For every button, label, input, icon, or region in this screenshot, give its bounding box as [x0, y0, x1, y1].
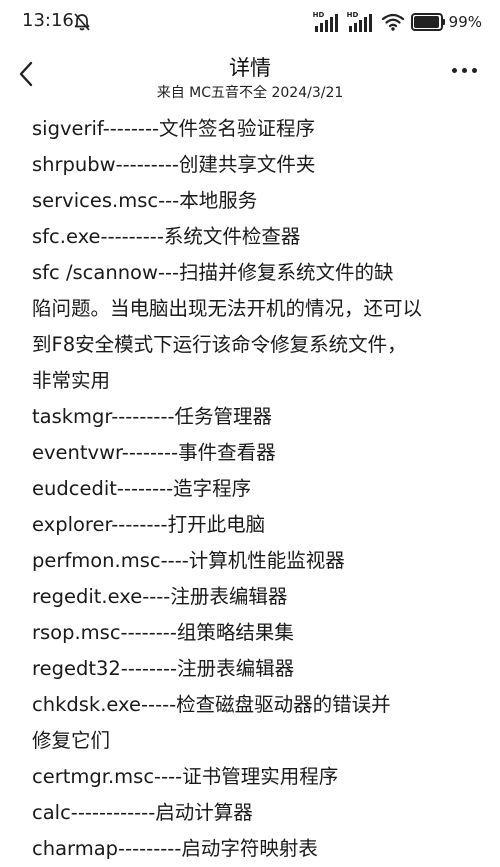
text-line: 修复它们: [32, 729, 111, 752]
app-header: 详情 来自 MC五音不全 2024/3/21: [0, 44, 500, 104]
article-body: sigverif--------文件签名验证程序 shrpubw---------…: [32, 111, 484, 867]
text-line: sfc /scannow---扫描并修复系统文件的缺: [32, 261, 394, 284]
page-title: 详情: [229, 56, 271, 80]
text-line: rsop.msc--------组策略结果集: [32, 621, 294, 644]
wifi-icon: [381, 13, 404, 31]
text-line: sigverif--------文件签名验证程序: [32, 117, 316, 140]
dot-icon: [452, 68, 457, 73]
battery-percent: 99%: [448, 13, 482, 31]
status-time: 13:16: [22, 10, 74, 31]
battery-fill: [413, 16, 440, 28]
status-bar: 13:16 HD HD 99%: [0, 0, 500, 44]
text-line: eudcedit--------造字程序: [32, 477, 252, 500]
text-line: 到F8安全模式下运行该命令修复系统文件，: [32, 333, 407, 356]
text-line: services.msc---本地服务: [32, 189, 258, 212]
text-line: sfc.exe---------系统文件检查器: [32, 225, 301, 248]
text-line: calc------------启动计算器: [32, 801, 253, 824]
text-line: explorer--------打开此电脑: [32, 513, 266, 536]
page-subtitle: 来自 MC五音不全 2024/3/21: [156, 85, 344, 101]
text-line: perfmon.msc----计算机性能监视器: [32, 549, 345, 572]
text-line: regedit.exe----注册表编辑器: [32, 585, 288, 608]
battery-tip: [442, 19, 445, 25]
text-line: shrpubw---------创建共享文件夹: [32, 153, 316, 176]
text-line: certmgr.msc----证书管理实用程序: [32, 765, 339, 788]
text-line: charmap---------启动字符映射表: [32, 837, 318, 860]
dot-icon: [462, 68, 467, 73]
text-line: chkdsk.exe-----检查磁盘驱动器的错误并: [32, 693, 391, 716]
signal-bars-icon: [348, 14, 372, 32]
signal-bars-icon: [314, 14, 338, 32]
text-line: 非常实用: [32, 369, 111, 392]
status-indicators: HD HD 99%: [313, 11, 482, 33]
dot-icon: [472, 68, 477, 73]
text-line: taskmgr---------任务管理器: [32, 405, 273, 428]
text-line: eventvwr--------事件查看器: [32, 441, 276, 464]
more-options-button[interactable]: [452, 66, 478, 76]
battery-icon: [410, 13, 443, 31]
battery-indicator: 99%: [410, 13, 482, 31]
text-line: regedt32--------注册表编辑器: [32, 657, 295, 680]
cellular-signal-1: HD: [313, 12, 341, 32]
text-line: 陷问题。当电脑出现无法开机的情况，还可以: [32, 297, 423, 320]
cellular-signal-2: HD: [347, 12, 375, 32]
mute-bell-icon: [74, 13, 90, 31]
